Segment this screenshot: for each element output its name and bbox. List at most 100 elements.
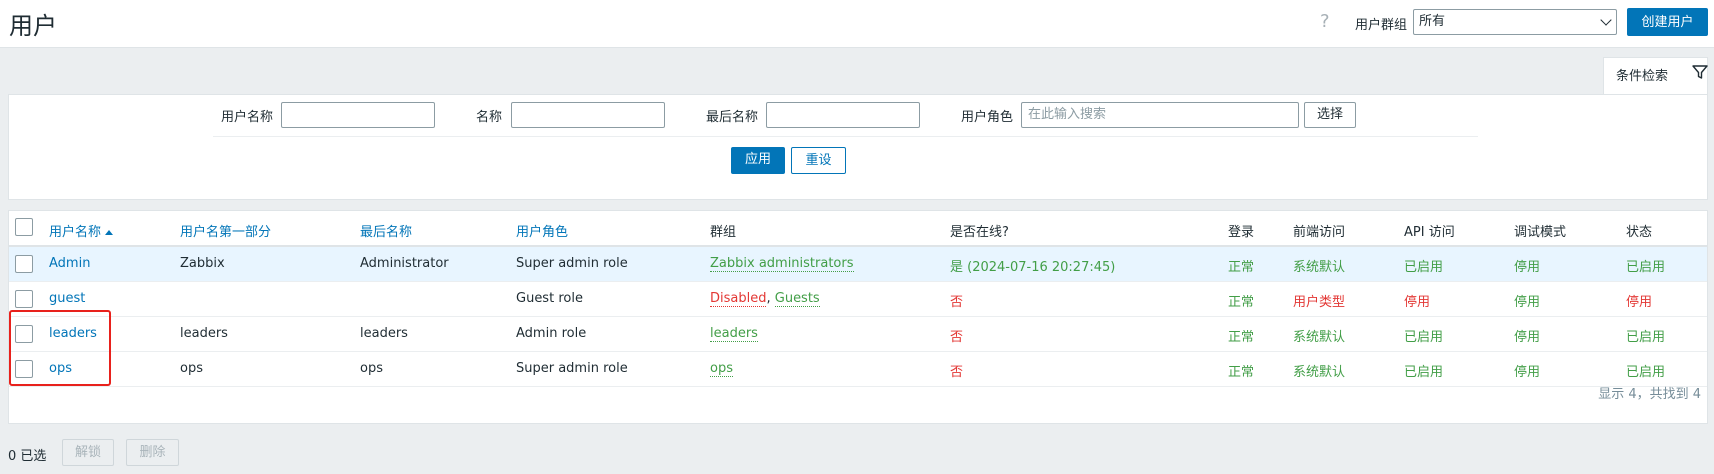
unblock-button[interactable]: 解锁 [62, 439, 114, 466]
column-frontend-access: 前端访问 [1293, 225, 1346, 240]
group-link[interactable]: Disabled [710, 291, 767, 307]
row-checkbox[interactable] [15, 290, 33, 308]
filter-icon [1692, 65, 1708, 79]
create-user-button[interactable]: 创建用户 [1627, 8, 1708, 36]
column-online: 是否在线? [950, 225, 1009, 240]
status-link[interactable]: 已启用 [1626, 326, 1665, 345]
user-group-label: 用户群组 [1355, 18, 1408, 33]
table-row: guest Guest role Disabled, Guests 否 正常 用… [9, 282, 1707, 317]
row-checkbox[interactable] [15, 325, 33, 343]
column-username[interactable]: 用户名称 [49, 221, 114, 240]
login-cell: 正常 [1228, 260, 1255, 275]
frontend-access-cell: 系统默认 [1293, 260, 1346, 275]
column-surname[interactable]: 最后名称 [360, 221, 412, 240]
frontend-access-cell: 系统默认 [1293, 330, 1346, 345]
api-access-link[interactable]: 已启用 [1404, 326, 1443, 345]
debug-mode-link[interactable]: 停用 [1514, 256, 1540, 275]
online-cell: 否 [950, 295, 964, 310]
filter-tab[interactable]: 条件检索 [1603, 57, 1708, 95]
select-role-button[interactable]: 选择 [1304, 102, 1356, 128]
user-group-select[interactable]: 所有 [1413, 9, 1617, 35]
group-link[interactable]: leaders [710, 326, 758, 342]
frontend-access-cell: 系统默认 [1293, 365, 1346, 380]
api-access-link[interactable]: 已启用 [1404, 256, 1443, 275]
role-cell: Guest role [516, 291, 583, 306]
group-link[interactable]: Guests [774, 291, 820, 307]
username-link[interactable]: leaders [49, 326, 97, 341]
name-cell: ops [180, 361, 203, 376]
row-checkbox[interactable] [15, 255, 33, 273]
page-header: 用户 ? 用户群组 所有 创建用户 [0, 0, 1714, 48]
filter-tab-label: 条件检索 [1616, 69, 1669, 84]
chevron-down-icon [1600, 14, 1612, 26]
row-checkbox[interactable] [15, 360, 33, 378]
filter-name-input[interactable] [511, 102, 665, 128]
page-title: 用户 [9, 12, 57, 40]
login-cell: 正常 [1228, 365, 1255, 380]
sort-ascending-icon [105, 230, 114, 235]
status-link[interactable]: 已启用 [1626, 361, 1665, 380]
role-cell: Super admin role [516, 256, 628, 271]
login-cell: 正常 [1228, 330, 1255, 345]
debug-mode-link[interactable]: 停用 [1514, 326, 1540, 345]
username-link[interactable]: ops [49, 361, 72, 376]
filter-username-label: 用户名称 [221, 110, 274, 125]
table-row: Admin Zabbix Administrator Super admin r… [9, 247, 1707, 282]
frontend-access-cell: 用户类型 [1293, 295, 1346, 310]
filter-role-input[interactable]: 在此输入搜索 [1021, 102, 1299, 128]
filter-name-label: 名称 [476, 110, 503, 125]
select-all-checkbox[interactable] [15, 218, 33, 236]
column-debug-mode: 调试模式 [1514, 225, 1567, 240]
username-link[interactable]: Admin [49, 256, 90, 271]
selected-count: 0 已选 [8, 449, 47, 464]
users-table: 用户名称 用户名第一部分 最后名称 用户角色 群组 是否在线? 登录 前端访问 … [8, 210, 1708, 424]
surname-cell: leaders [360, 326, 408, 341]
online-cell: 是 (2024-07-16 20:27:45) [950, 260, 1116, 275]
apply-button[interactable]: 应用 [731, 147, 785, 174]
filter-panel: 用户名称 名称 最后名称 用户角色 在此输入搜索 选择 应用 重设 [8, 94, 1708, 200]
column-username-label: 用户名称 [49, 225, 102, 240]
groups-cell: Zabbix administrators [710, 256, 854, 272]
online-cell: 否 [950, 365, 964, 380]
username-link[interactable]: guest [49, 291, 85, 306]
debug-mode-link[interactable]: 停用 [1514, 291, 1540, 310]
table-summary: 显示 4，共找到 4 [1598, 387, 1701, 402]
help-icon[interactable]: ? [1320, 11, 1330, 32]
user-group-select-value: 所有 [1419, 14, 1446, 29]
column-api-access: API 访问 [1404, 225, 1455, 240]
column-role[interactable]: 用户角色 [516, 221, 568, 240]
group-link[interactable]: ops [710, 361, 733, 377]
column-login: 登录 [1228, 225, 1255, 240]
column-name[interactable]: 用户名第一部分 [180, 221, 271, 240]
api-access-link[interactable]: 已启用 [1404, 361, 1443, 380]
reset-button[interactable]: 重设 [791, 147, 846, 174]
table-row: ops ops ops Super admin role ops 否 正常 系统… [9, 352, 1707, 387]
table-header-row: 用户名称 用户名第一部分 最后名称 用户角色 群组 是否在线? 登录 前端访问 … [9, 211, 1707, 247]
online-cell: 否 [950, 330, 964, 345]
table-row: leaders leaders leaders Admin role leade… [9, 317, 1707, 352]
name-cell: Zabbix [180, 256, 225, 271]
filter-divider [213, 136, 1478, 137]
name-cell: leaders [180, 326, 228, 341]
group-separator: , [766, 291, 775, 306]
groups-cell: leaders [710, 326, 758, 342]
surname-cell: ops [360, 361, 383, 376]
api-access-link[interactable]: 停用 [1404, 291, 1430, 310]
surname-cell: Administrator [360, 256, 449, 271]
groups-cell: ops [710, 361, 733, 377]
role-cell: Admin role [516, 326, 587, 341]
filter-surname-label: 最后名称 [706, 110, 759, 125]
status-link[interactable]: 已启用 [1626, 256, 1665, 275]
login-cell: 正常 [1228, 295, 1255, 310]
filter-surname-input[interactable] [766, 102, 920, 128]
column-status: 状态 [1626, 225, 1653, 240]
column-groups: 群组 [710, 225, 737, 240]
debug-mode-link[interactable]: 停用 [1514, 361, 1540, 380]
filter-username-input[interactable] [281, 102, 435, 128]
groups-cell: Disabled, Guests [710, 291, 820, 307]
status-link[interactable]: 停用 [1626, 291, 1652, 310]
delete-button[interactable]: 删除 [126, 439, 179, 466]
group-link[interactable]: Zabbix administrators [710, 256, 854, 272]
filter-role-label: 用户角色 [961, 110, 1014, 125]
role-cell: Super admin role [516, 361, 628, 376]
